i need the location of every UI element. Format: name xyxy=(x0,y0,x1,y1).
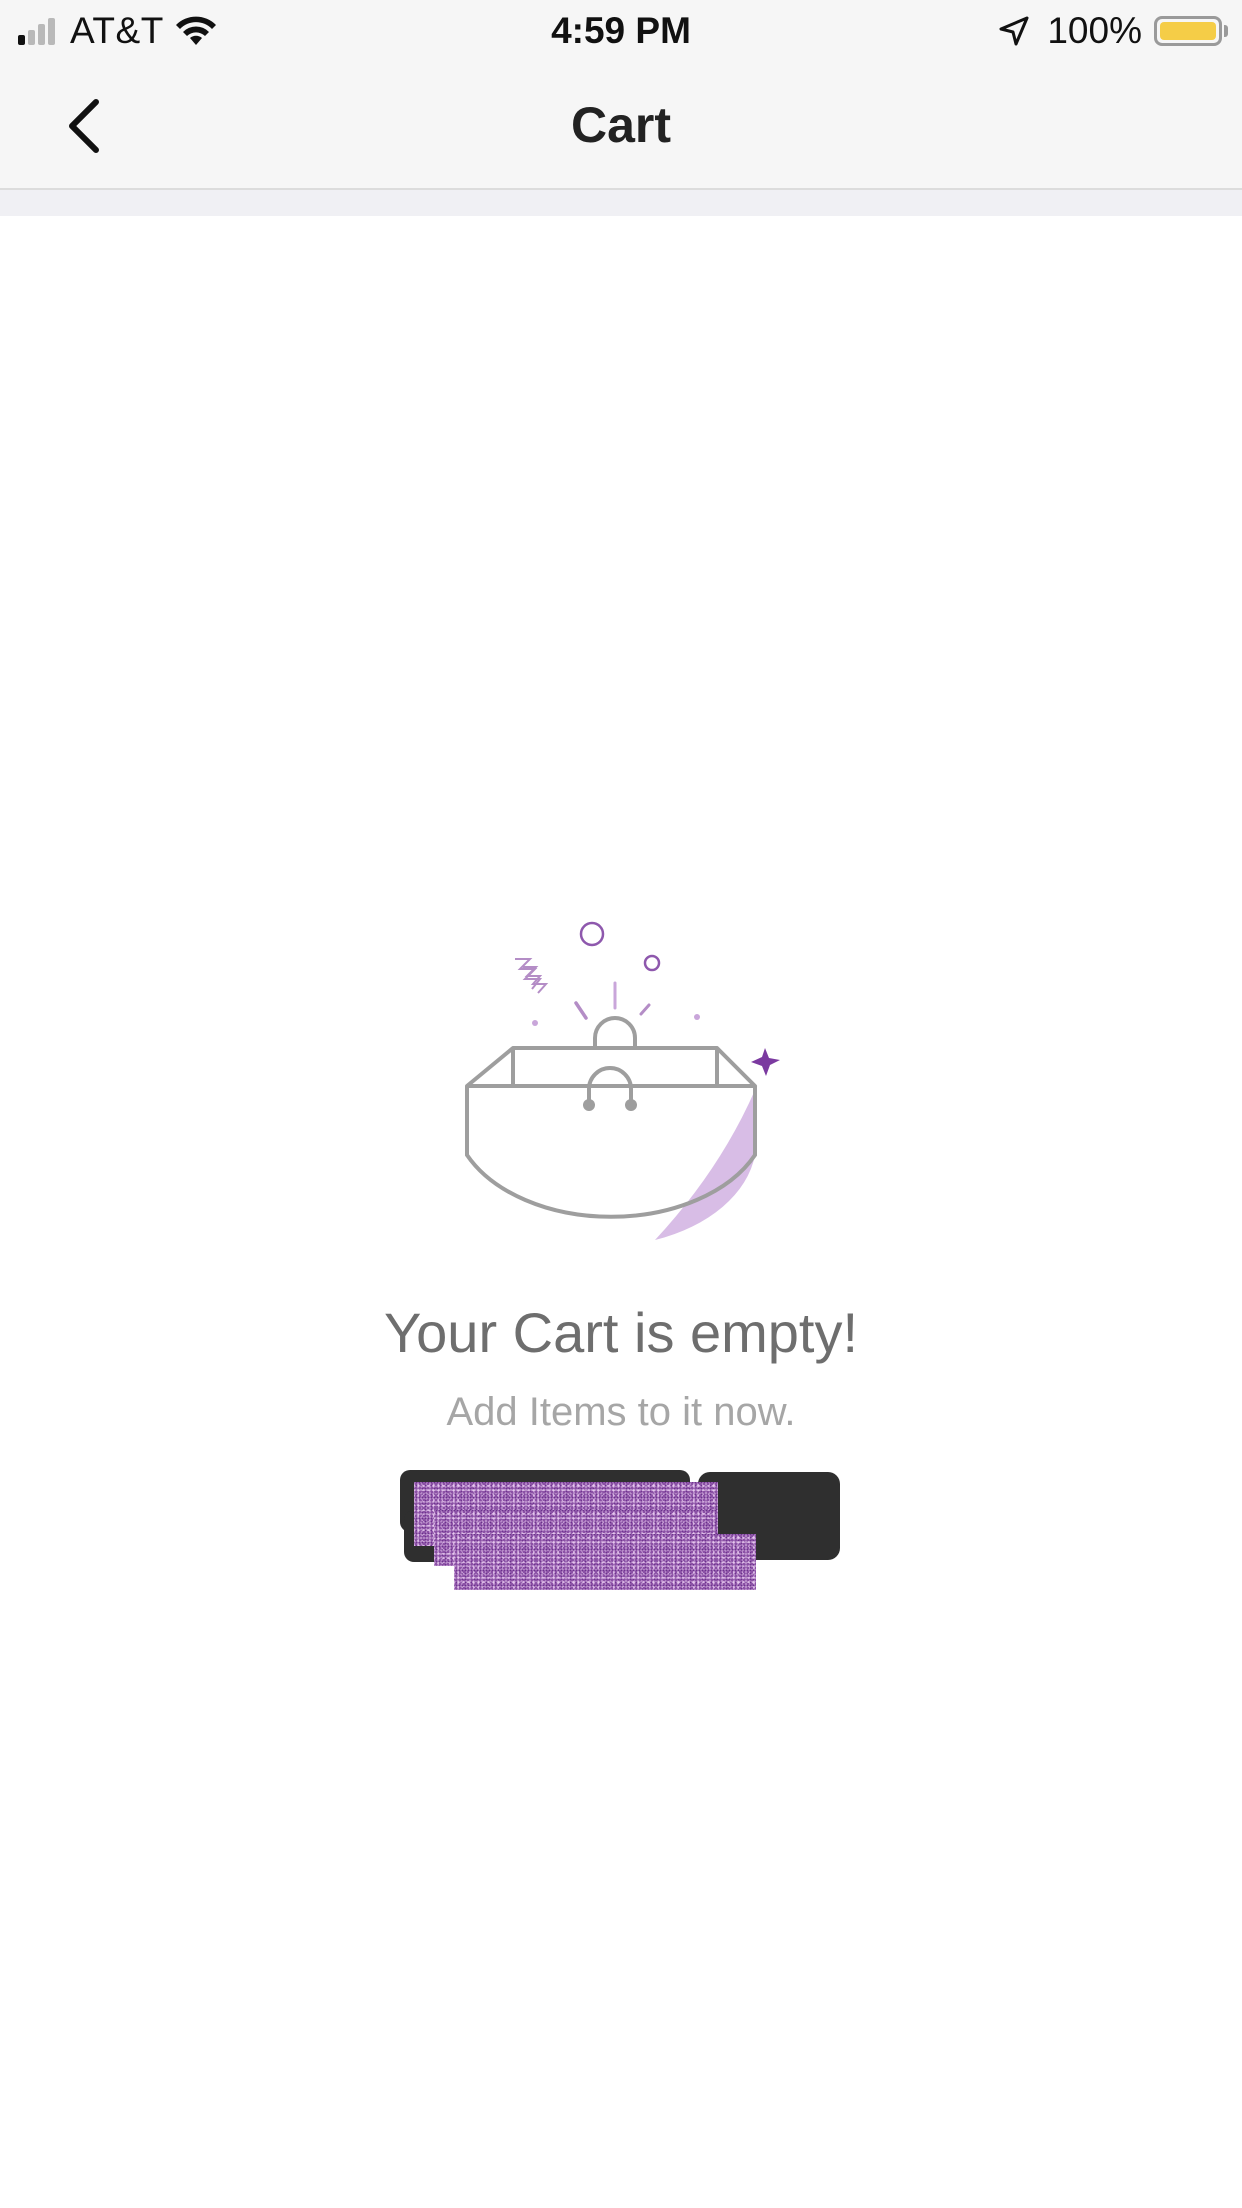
ray-icon xyxy=(639,1003,651,1016)
status-bar: AT&T 4:59 PM 100% xyxy=(0,0,1242,62)
battery-fill xyxy=(1160,22,1216,40)
empty-cart-title: Your Cart is empty! xyxy=(383,1301,859,1364)
battery-percent: 100% xyxy=(1047,10,1142,51)
nav-bar: Cart xyxy=(0,62,1242,190)
dot-icon xyxy=(694,1014,700,1020)
continue-shopping-button[interactable] xyxy=(400,1470,840,1595)
star-sparkle-icon xyxy=(751,1048,780,1076)
nav-divider xyxy=(0,190,1242,216)
circle-sparkle-icon xyxy=(643,954,661,972)
redaction-noise xyxy=(454,1534,756,1590)
battery-cap xyxy=(1224,25,1228,37)
location-arrow-icon xyxy=(999,16,1029,46)
shopping-bag-icon xyxy=(465,921,780,1240)
battery-icon xyxy=(1154,16,1222,46)
empty-cart-subtitle: Add Items to it now. xyxy=(446,1390,796,1434)
page-title: Cart xyxy=(570,97,672,153)
ray-icon xyxy=(574,1001,588,1020)
circle-sparkle-icon xyxy=(579,921,605,947)
dot-icon xyxy=(532,1020,538,1026)
status-right: 100% xyxy=(997,10,1228,52)
